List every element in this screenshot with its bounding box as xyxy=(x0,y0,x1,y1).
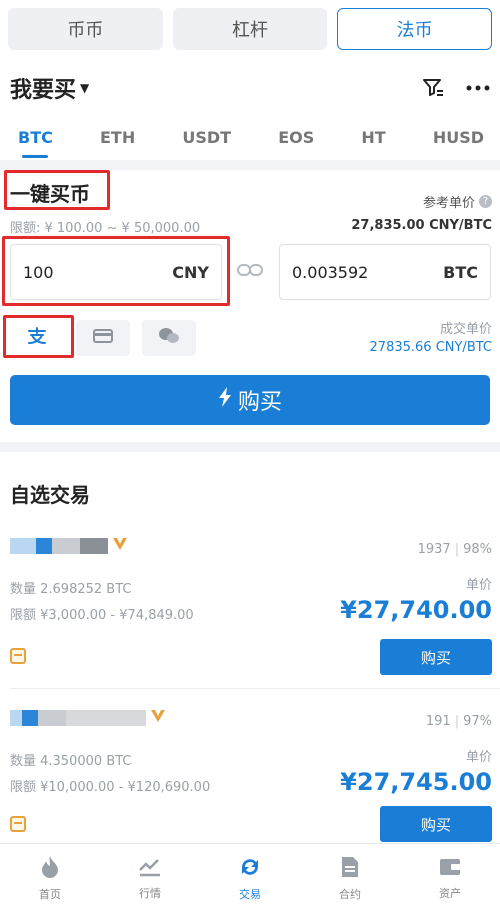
info-icon[interactable]: ? xyxy=(479,195,492,208)
btc-amount-value: 0.003592 xyxy=(292,262,369,282)
blurred-merchant-name xyxy=(10,536,128,555)
home-flame-icon xyxy=(39,855,61,882)
lightning-icon xyxy=(218,387,232,413)
tab-eth[interactable]: ETH xyxy=(100,120,135,154)
unit-price-label: 单价 xyxy=(465,750,492,765)
payment-method-icon xyxy=(10,648,26,664)
nav-assets[interactable]: 资产 xyxy=(400,844,500,913)
filter-icon[interactable] xyxy=(422,77,444,99)
deal-price: 27835.66 CNY/BTC xyxy=(369,340,492,355)
order-quantity: 数量 2.698252 BTC xyxy=(10,582,132,597)
order-limit: 限额 ¥10,000.00 - ¥120,690.00 xyxy=(10,780,211,795)
nav-home[interactable]: 首页 xyxy=(0,844,100,913)
nav-contract[interactable]: 合约 xyxy=(300,844,400,913)
bank-card-icon xyxy=(93,328,113,348)
order-count: 191 xyxy=(425,714,451,729)
nav-trade-label: 交易 xyxy=(239,888,261,901)
section-divider xyxy=(0,160,500,170)
wallet-icon xyxy=(438,856,462,881)
tab-fiat[interactable]: 法币 xyxy=(337,8,493,50)
nav-contract-label: 合约 xyxy=(339,888,361,901)
favorite-trades-title: 自选交易 xyxy=(10,483,90,507)
tab-husd[interactable]: HUSD xyxy=(433,120,484,154)
market-chart-icon xyxy=(138,856,162,881)
verified-badge-icon xyxy=(112,536,128,555)
highlight-box xyxy=(2,236,230,306)
nav-assets-label: 资产 xyxy=(439,887,461,900)
reference-price-label-text: 参考单价 xyxy=(422,196,475,211)
trade-swap-icon xyxy=(238,855,262,882)
buy-button[interactable]: 购买 xyxy=(380,639,492,675)
deal-price-label: 成交单价 xyxy=(439,322,492,337)
tab-ht[interactable]: HT xyxy=(361,120,385,154)
link-icon[interactable] xyxy=(236,259,264,285)
unit-price-label: 单价 xyxy=(465,578,492,593)
divider xyxy=(10,688,500,689)
tab-usdt[interactable]: USDT xyxy=(182,120,231,154)
wechat-pay-option[interactable] xyxy=(142,320,196,356)
highlight-box xyxy=(3,315,74,358)
coin-tabs: BTC ETH USDT EOS HT HUSD xyxy=(0,120,500,158)
completion-rate: 98% xyxy=(463,542,492,557)
contract-icon xyxy=(340,855,360,882)
nav-trade[interactable]: 交易 xyxy=(200,844,300,913)
reference-price: 27,835.00 CNY/BTC xyxy=(351,218,492,233)
nav-market-label: 行情 xyxy=(139,887,161,900)
buy-button[interactable]: 购买 xyxy=(380,806,492,842)
caret-down-icon[interactable]: ▼ xyxy=(80,81,89,95)
bottom-nav: 首页 行情 交易 合约 资产 xyxy=(0,843,500,913)
merchant-stats: 1937 | 98% xyxy=(417,542,492,557)
order-price: ¥27,740.00 xyxy=(340,596,492,624)
nav-home-label: 首页 xyxy=(39,888,61,901)
payment-method-icon xyxy=(10,816,26,832)
tab-margin[interactable]: 杠杆 xyxy=(172,8,328,50)
highlight-box xyxy=(4,170,110,210)
order-limit: 限额 ¥3,000.00 - ¥74,849.00 xyxy=(10,608,194,623)
wechat-icon xyxy=(158,327,180,349)
page-header: 我要买 ▼ xyxy=(10,68,490,108)
order-price: ¥27,745.00 xyxy=(340,768,492,796)
order-quantity: 数量 4.350000 BTC xyxy=(10,754,132,769)
more-icon[interactable] xyxy=(466,85,490,91)
order-count: 1937 xyxy=(417,542,451,557)
quick-buy-button-label: 购买 xyxy=(237,390,282,415)
quick-buy-button[interactable]: 购买 xyxy=(10,375,490,425)
completion-rate: 97% xyxy=(463,714,492,729)
btc-unit-label: BTC xyxy=(443,262,478,282)
verified-badge-icon xyxy=(150,708,166,727)
blurred-merchant-name xyxy=(10,708,166,727)
market-type-tabs: 币币 杠杆 法币 xyxy=(8,8,493,50)
nav-market[interactable]: 行情 xyxy=(100,844,200,913)
reference-price-label: 参考单价 ? xyxy=(423,192,492,211)
tab-spot[interactable]: 币币 xyxy=(8,8,163,50)
section-divider xyxy=(0,442,500,452)
tab-btc[interactable]: BTC xyxy=(18,120,53,158)
quick-buy-limit: 限额: ¥ 100.00 ~ ¥ 50,000.00 xyxy=(10,221,201,236)
merchant-stats: 191 | 97% xyxy=(425,714,492,729)
bank-card-option[interactable] xyxy=(76,320,130,356)
tab-eos[interactable]: EOS xyxy=(278,120,314,154)
btc-amount-input[interactable]: 0.003592 BTC xyxy=(279,244,491,300)
buy-mode-dropdown[interactable]: 我要买 xyxy=(10,72,76,104)
